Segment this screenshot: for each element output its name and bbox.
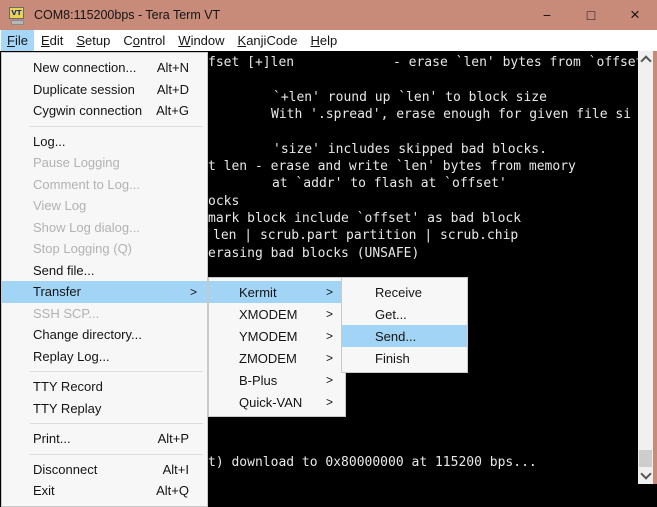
menubar: File Edit Setup Control Window KanjiCode… bbox=[0, 30, 657, 51]
terminal-line: - erase `len' bytes from `offset bbox=[393, 55, 643, 70]
menubar-item-control[interactable]: Control bbox=[117, 30, 171, 51]
terminal-line: With '.spread', erase enough for given f… bbox=[271, 107, 631, 122]
submenu-item-zmodem[interactable]: ZMODEM> bbox=[209, 347, 345, 369]
menu-separator bbox=[30, 126, 203, 127]
submenu-item-b-plus[interactable]: B-Plus> bbox=[209, 369, 345, 391]
close-button[interactable]: × bbox=[613, 0, 657, 30]
terminal-line: len | scrub.part partition | scrub.chip bbox=[213, 228, 518, 243]
submenu-item-quick-van[interactable]: Quick-VAN> bbox=[209, 391, 345, 413]
transfer-submenu: Kermit> XMODEM> YMODEM> ZMODEM> B-Plus> … bbox=[208, 277, 346, 417]
window-controls: − □ × bbox=[525, 0, 657, 30]
menu-item-transfer[interactable]: Transfer> bbox=[2, 281, 207, 303]
terminal-line: erasing bad blocks (UNSAFE) bbox=[208, 246, 419, 261]
menubar-item-help[interactable]: Help bbox=[305, 30, 344, 51]
menubar-item-file[interactable]: File bbox=[1, 30, 34, 51]
menu-item-duplicate-session[interactable]: Duplicate sessionAlt+D bbox=[2, 79, 207, 101]
scroll-down-icon[interactable] bbox=[638, 467, 653, 484]
maximize-button[interactable]: □ bbox=[569, 0, 613, 30]
terminal-line: t len - erase and write `len' bytes from… bbox=[208, 159, 576, 174]
menu-item-change-directory[interactable]: Change directory... bbox=[2, 324, 207, 346]
terminal-line: at `addr' to flash at `offset' bbox=[272, 176, 507, 191]
terminal-line: fset [+]len bbox=[208, 55, 294, 70]
kermit-submenu: Receive Get... Send... Finish bbox=[341, 277, 468, 373]
submenu-arrow-icon: > bbox=[326, 395, 333, 409]
menu-item-ssh-scp: SSH SCP... bbox=[2, 303, 207, 325]
submenu-item-send[interactable]: Send... bbox=[342, 325, 467, 347]
menubar-item-setup[interactable]: Setup bbox=[70, 30, 116, 51]
file-menu: New connection...Alt+N Duplicate session… bbox=[1, 52, 208, 507]
submenu-item-get[interactable]: Get... bbox=[342, 303, 467, 325]
submenu-arrow-icon: > bbox=[326, 373, 333, 387]
terminal-line: ocks bbox=[208, 194, 239, 209]
menu-item-send-file[interactable]: Send file... bbox=[2, 260, 207, 282]
menu-separator bbox=[30, 423, 203, 424]
terminal-line: `+len' round up `len' to block size bbox=[273, 90, 547, 105]
window-right-border bbox=[653, 30, 657, 484]
menubar-item-kanjicode[interactable]: KanjiCode bbox=[232, 30, 304, 51]
submenu-arrow-icon: > bbox=[326, 285, 333, 299]
submenu-arrow-icon: > bbox=[326, 329, 333, 343]
minimize-button[interactable]: − bbox=[525, 0, 569, 30]
menubar-item-edit[interactable]: Edit bbox=[35, 30, 69, 51]
terminal-line: 'size' includes skipped bad blocks. bbox=[273, 142, 547, 157]
submenu-arrow-icon: > bbox=[190, 285, 197, 299]
submenu-item-xmodem[interactable]: XMODEM> bbox=[209, 303, 345, 325]
menu-item-view-log: View Log bbox=[2, 195, 207, 217]
app-icon[interactable]: VT bbox=[9, 7, 26, 24]
menu-item-print[interactable]: Print...Alt+P bbox=[2, 428, 207, 450]
terminal-line: mark block include `offset' as bad block bbox=[208, 211, 521, 226]
menubar-item-window[interactable]: Window bbox=[172, 30, 230, 51]
terminal-scrollbar[interactable] bbox=[638, 51, 653, 484]
titlebar[interactable]: VT COM8:115200bps - Tera Term VT − □ × bbox=[0, 0, 657, 30]
menu-separator bbox=[30, 454, 203, 455]
scrollbar-thumb[interactable] bbox=[639, 450, 652, 467]
menu-item-log[interactable]: Log... bbox=[2, 131, 207, 153]
scroll-up-icon[interactable] bbox=[638, 51, 653, 68]
submenu-item-ymodem[interactable]: YMODEM> bbox=[209, 325, 345, 347]
submenu-arrow-icon: > bbox=[326, 351, 333, 365]
menu-item-show-log-dialog: Show Log dialog... bbox=[2, 217, 207, 239]
menu-item-new-connection[interactable]: New connection...Alt+N bbox=[2, 57, 207, 79]
menu-item-cygwin-connection[interactable]: Cygwin connectionAlt+G bbox=[2, 100, 207, 122]
vt-icon: VT bbox=[9, 7, 24, 19]
menu-item-tty-replay[interactable]: TTY Replay bbox=[2, 398, 207, 420]
menu-item-exit[interactable]: ExitAlt+Q bbox=[2, 480, 207, 502]
menu-item-comment-to-log: Comment to Log... bbox=[2, 174, 207, 196]
submenu-item-receive[interactable]: Receive bbox=[342, 281, 467, 303]
terminal-line: t) download to 0x80000000 at 115200 bps.… bbox=[208, 455, 537, 470]
menu-item-replay-log[interactable]: Replay Log... bbox=[2, 346, 207, 368]
menu-item-pause-logging: Pause Logging bbox=[2, 152, 207, 174]
menu-item-disconnect[interactable]: DisconnectAlt+I bbox=[2, 459, 207, 481]
submenu-arrow-icon: > bbox=[326, 307, 333, 321]
window-title: COM8:115200bps - Tera Term VT bbox=[34, 8, 220, 22]
menu-item-tty-record[interactable]: TTY Record bbox=[2, 376, 207, 398]
menu-separator bbox=[30, 371, 203, 372]
menu-item-stop-logging: Stop Logging (Q) bbox=[2, 238, 207, 260]
submenu-item-finish[interactable]: Finish bbox=[342, 347, 467, 369]
submenu-item-kermit[interactable]: Kermit> bbox=[209, 281, 345, 303]
